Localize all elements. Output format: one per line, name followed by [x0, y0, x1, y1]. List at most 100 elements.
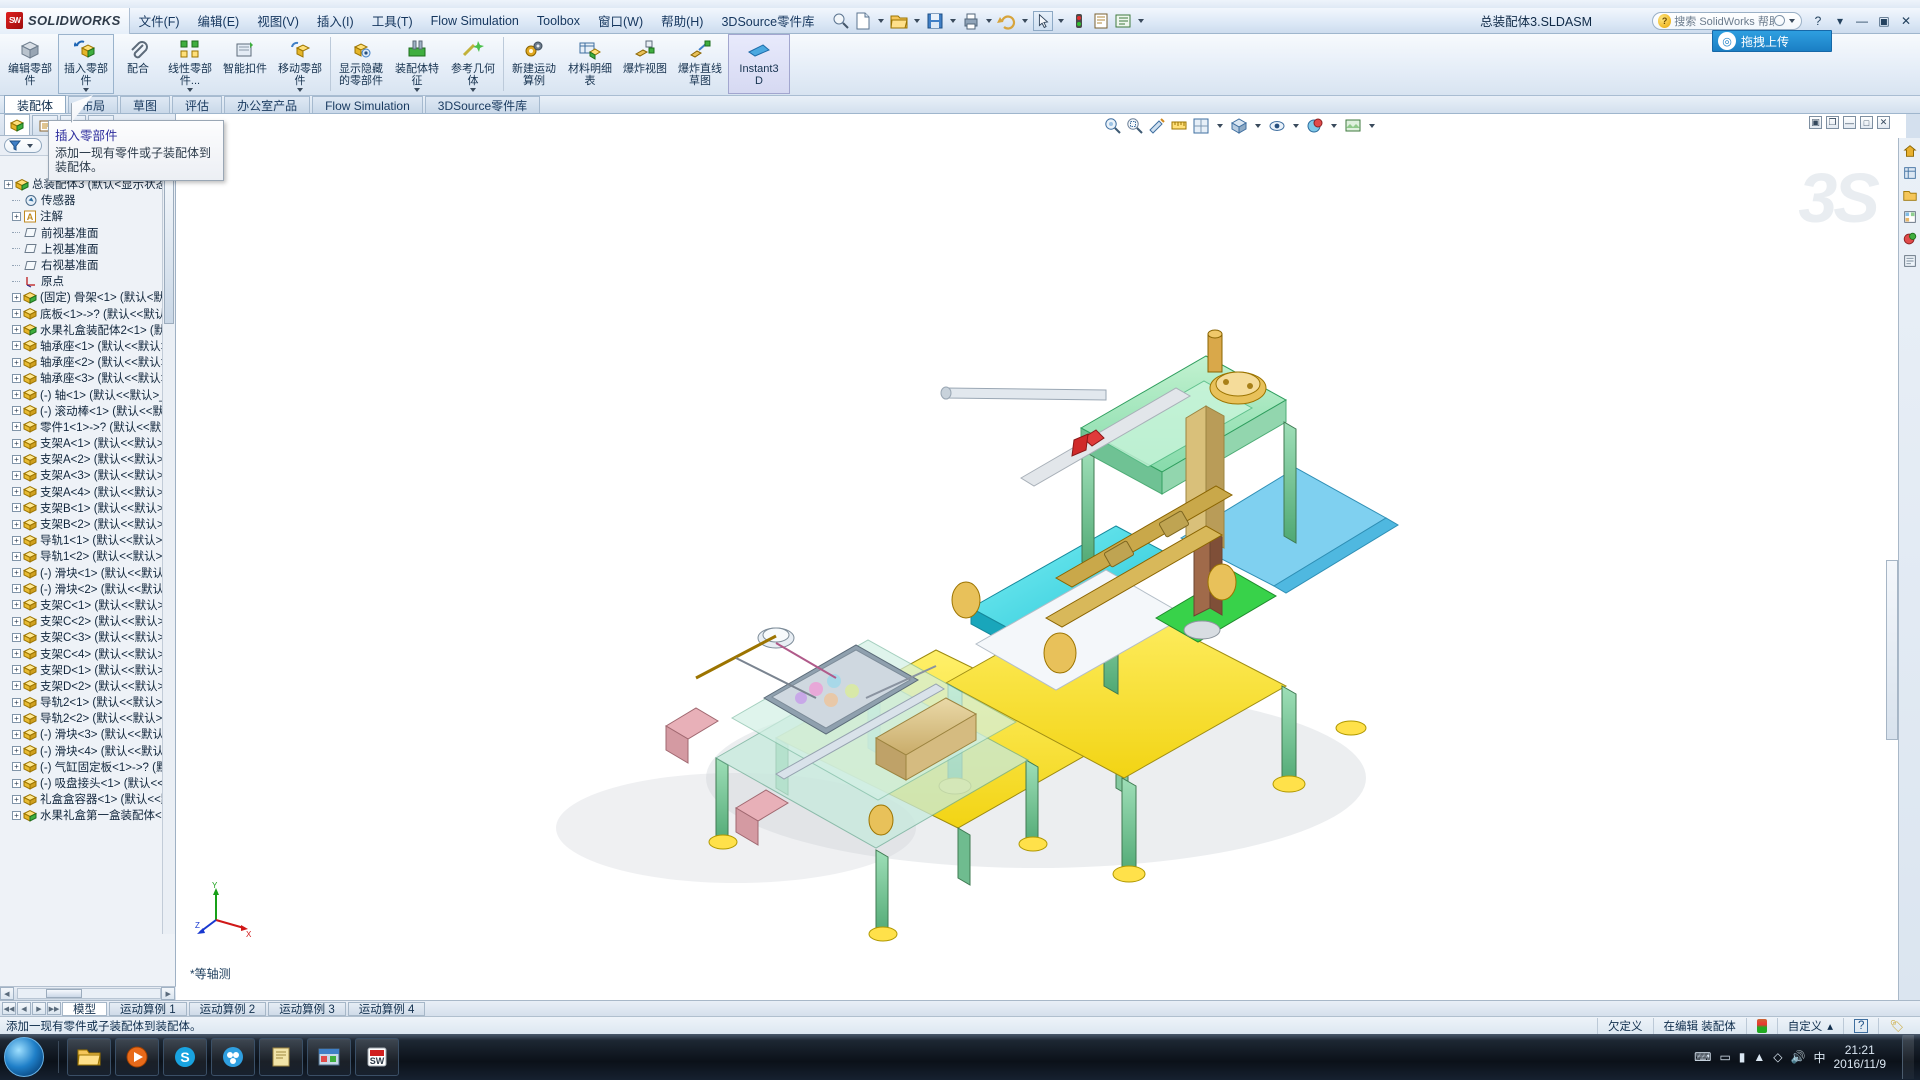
- tree-item[interactable]: 上视基准面: [0, 241, 175, 257]
- tile-icon[interactable]: ▣: [1809, 116, 1822, 129]
- tray-language-icon[interactable]: 中: [1813, 1049, 1825, 1066]
- minimize-doc-icon[interactable]: —: [1843, 116, 1856, 129]
- tree-expand-icon[interactable]: +: [12, 325, 21, 334]
- feature-tree-hscrollbar[interactable]: [17, 988, 162, 999]
- status-help-button[interactable]: ?: [1843, 1018, 1878, 1034]
- design-library-icon[interactable]: [1901, 164, 1919, 182]
- file-explorer-icon[interactable]: [1901, 186, 1919, 204]
- media-player-taskbar-icon[interactable]: [115, 1038, 159, 1076]
- tree-expand-icon[interactable]: +: [12, 293, 21, 302]
- tree-expand-icon[interactable]: +: [12, 681, 21, 690]
- tree-scroll-right-button[interactable]: ▶: [161, 987, 175, 1000]
- tray-keyboard-icon[interactable]: ⌨: [1694, 1050, 1711, 1064]
- undo-icon[interactable]: [997, 11, 1017, 31]
- tree-item[interactable]: +底板<1>->? (默认<<默认>_: [0, 306, 175, 322]
- tree-item[interactable]: +导轨2<2> (默认<<默认>_: [0, 710, 175, 726]
- tree-item[interactable]: +轴承座<1> (默认<<默认>_: [0, 338, 175, 354]
- home-icon[interactable]: [1901, 142, 1919, 160]
- tab-office-products[interactable]: 办公室产品: [224, 96, 310, 113]
- tree-expand-icon[interactable]: +: [12, 795, 21, 804]
- status-tag-button[interactable]: 🏷: [1878, 1018, 1914, 1034]
- prev-tab-button[interactable]: ◀: [17, 1002, 31, 1015]
- graphics-area[interactable]: 3S: [176, 138, 1906, 1000]
- tree-expand-icon[interactable]: +: [12, 568, 21, 577]
- view-orientation-icon[interactable]: [1191, 116, 1211, 136]
- tree-expand-icon[interactable]: +: [12, 358, 21, 367]
- select-pointer-icon[interactable]: [1033, 11, 1053, 31]
- tree-item[interactable]: +支架D<2> (默认<<默认>_: [0, 678, 175, 694]
- tree-expand-icon[interactable]: +: [12, 730, 21, 739]
- tree-item[interactable]: +(固定) 骨架<1> (默认<默认>_: [0, 289, 175, 305]
- ribbon-explode-line-sketch[interactable]: 爆炸直线草图: [672, 34, 728, 94]
- search-help-box[interactable]: ? 搜索 SolidWorks 帮助: [1652, 12, 1802, 30]
- tree-expand-icon[interactable]: +: [12, 212, 21, 221]
- tree-item[interactable]: +支架C<1> (默认<<默认>_: [0, 597, 175, 613]
- close-button[interactable]: ✕: [1896, 12, 1916, 30]
- custom-caret-icon[interactable]: [1138, 19, 1144, 23]
- feature-tree-scroll-thumb[interactable]: [164, 174, 174, 324]
- tree-item[interactable]: +零件1<1>->? (默认<<默: [0, 419, 175, 435]
- help-caret-icon[interactable]: ▾: [1830, 12, 1850, 30]
- tree-item[interactable]: +轴承座<2> (默认<<默认>_: [0, 354, 175, 370]
- tree-item[interactable]: 传感器: [0, 192, 175, 208]
- section-view-icon[interactable]: [1147, 116, 1167, 136]
- status-customize-caret-icon[interactable]: ▴: [1827, 1019, 1833, 1033]
- skype-taskbar-icon[interactable]: S: [163, 1038, 207, 1076]
- custom-properties-icon[interactable]: [1901, 252, 1919, 270]
- select-caret-icon[interactable]: [1058, 19, 1064, 23]
- options-icon[interactable]: [1091, 11, 1111, 31]
- tree-expand-icon[interactable]: +: [12, 536, 21, 545]
- tree-item[interactable]: +支架A<1> (默认<<默认>_: [0, 435, 175, 451]
- tree-item[interactable]: +A注解: [0, 208, 175, 224]
- tab-motion-study-3[interactable]: 运动算例 3: [268, 1002, 346, 1016]
- assembly-features-dropdown-icon[interactable]: [414, 88, 420, 92]
- tray-network-icon[interactable]: ▮: [1739, 1050, 1746, 1064]
- menu-item-edit[interactable]: 编辑(E): [189, 8, 249, 33]
- new-document-caret-icon[interactable]: [878, 19, 884, 23]
- menu-item-3dsource[interactable]: 3DSource零件库: [712, 8, 823, 33]
- last-tab-button[interactable]: ▶▶: [47, 1002, 61, 1015]
- menu-item-insert[interactable]: 插入(I): [308, 8, 363, 33]
- tree-item[interactable]: 原点: [0, 273, 175, 289]
- tree-expand-icon[interactable]: +: [12, 422, 21, 431]
- restore-icon[interactable]: ❐: [1826, 116, 1839, 129]
- insert-components-dropdown-icon[interactable]: [83, 88, 89, 92]
- ribbon-insert-components[interactable]: 插入零部件: [58, 34, 114, 94]
- tree-item[interactable]: +支架C<4> (默认<<默认>_: [0, 645, 175, 661]
- tree-item[interactable]: +(-) 滑块<2> (默认<<默认>: [0, 581, 175, 597]
- tray-shield-icon[interactable]: ▲: [1753, 1050, 1765, 1064]
- tree-item[interactable]: 右视基准面: [0, 257, 175, 273]
- tab-assembly[interactable]: 装配体: [4, 95, 66, 113]
- first-tab-button[interactable]: ◀◀: [2, 1002, 16, 1015]
- tray-volume-icon[interactable]: 🔊: [1791, 1050, 1806, 1064]
- menu-item-flow-simulation[interactable]: Flow Simulation: [422, 11, 528, 31]
- search-caret-icon[interactable]: [1789, 19, 1795, 23]
- tree-expand-icon[interactable]: +: [12, 665, 21, 674]
- tree-item[interactable]: +(-) 滑块<4> (默认<<默认>: [0, 743, 175, 759]
- tree-expand-icon[interactable]: +: [12, 779, 21, 788]
- tree-item[interactable]: +(-) 滑块<3> (默认<<默认>: [0, 726, 175, 742]
- ribbon-reference-geometry[interactable]: 参考几何体: [445, 34, 501, 94]
- tree-item[interactable]: +支架B<2> (默认<<默认>_: [0, 516, 175, 532]
- tree-expand-icon[interactable]: +: [12, 503, 21, 512]
- maximize-button[interactable]: ▣: [1874, 12, 1894, 30]
- custom-list-icon[interactable]: [1113, 11, 1133, 31]
- tree-expand-icon[interactable]: +: [12, 584, 21, 593]
- reference-geometry-dropdown-icon[interactable]: [470, 88, 476, 92]
- tree-item[interactable]: +(-) 气缸固定板<1>->? (默: [0, 759, 175, 775]
- tree-expand-icon[interactable]: +: [12, 455, 21, 464]
- feature-tree[interactable]: +总装配体3 (默认<显示状态-1>)传感器+A注解前视基准面上视基准面右视基准…: [0, 174, 175, 934]
- zoom-to-area-icon[interactable]: [1125, 116, 1145, 136]
- print-caret-icon[interactable]: [986, 19, 992, 23]
- ribbon-move-component[interactable]: 移动零部件: [272, 34, 328, 94]
- tree-item[interactable]: +轴承座<3> (默认<<默认>_: [0, 370, 175, 386]
- view-orientation-caret-icon[interactable]: [1217, 124, 1223, 128]
- tab-3dsource-library[interactable]: 3DSource零件库: [425, 96, 540, 113]
- menu-item-help[interactable]: 帮助(H): [652, 8, 712, 33]
- menu-item-view[interactable]: 视图(V): [248, 8, 308, 33]
- tree-expand-icon[interactable]: +: [4, 180, 13, 189]
- undo-caret-icon[interactable]: [1022, 19, 1028, 23]
- ribbon-show-hidden-components[interactable]: 显示隐藏的零部件: [333, 34, 389, 94]
- next-tab-button[interactable]: ▶: [32, 1002, 46, 1015]
- start-button[interactable]: [4, 1037, 44, 1077]
